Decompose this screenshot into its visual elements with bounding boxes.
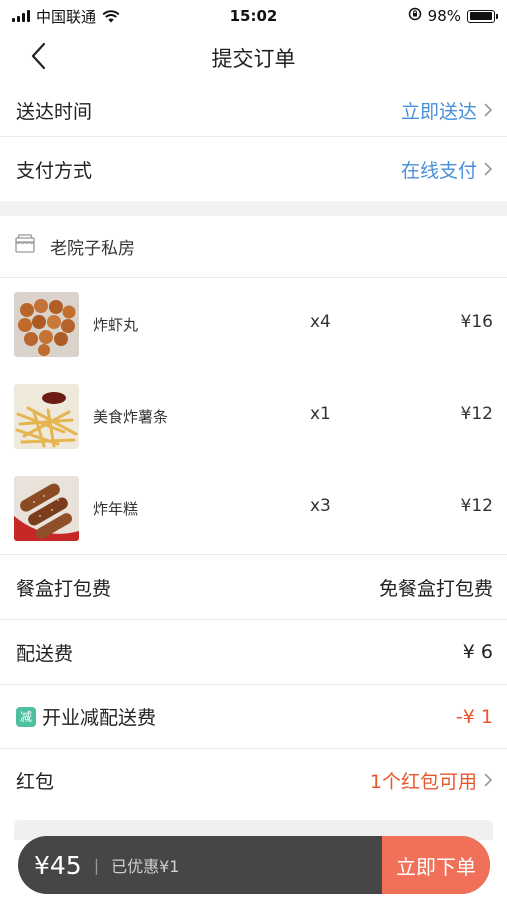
order-item: 炸虾丸 x4 ¥16 <box>0 278 507 370</box>
item-name: 美食炸薯条 <box>93 408 169 426</box>
order-item: 炸年糕 x3 ¥12 <box>0 462 507 554</box>
shop-header: 老院子私房 <box>0 216 507 276</box>
signal-icon <box>12 10 30 22</box>
packaging-fee-row: 餐盒打包费 免餐盒打包费 <box>0 555 507 619</box>
shop-name: 老院子私房 <box>50 238 135 259</box>
battery-icon <box>467 9 498 23</box>
nav-bar: 提交订单 <box>0 32 507 84</box>
delivery-time-row[interactable]: 送达时间 立即送达 <box>0 84 507 136</box>
chevron-right-icon <box>483 161 493 177</box>
delivery-fee-label: 配送费 <box>16 642 74 665</box>
red-packet-row[interactable]: 红包 1个红包可用 <box>0 749 507 811</box>
carrier-name: 中国联通 <box>36 7 97 26</box>
item-quantity: x1 <box>310 404 331 424</box>
red-packet-value: 1个红包可用 <box>369 770 477 793</box>
submit-order-button[interactable]: 立即下单 <box>382 836 490 894</box>
promo-row: 减 开业减配送费 -¥ 1 <box>0 685 507 748</box>
chevron-right-icon <box>483 102 493 118</box>
promo-label: 开业减配送费 <box>42 707 157 729</box>
back-button[interactable] <box>30 40 70 76</box>
item-price: ¥16 <box>460 312 493 332</box>
red-packet-label: 红包 <box>16 770 55 793</box>
discount-amount: 已优惠¥1 <box>111 857 180 876</box>
separator: | <box>93 855 100 875</box>
item-quantity: x3 <box>310 496 331 516</box>
payment-method-value: 在线支付 <box>400 159 477 182</box>
order-item: 美食炸薯条 x1 ¥12 <box>0 370 507 462</box>
chevron-right-icon <box>483 772 493 788</box>
item-name: 炸年糕 <box>93 500 139 518</box>
delivery-time-value: 立即送达 <box>400 100 477 123</box>
item-price: ¥12 <box>460 496 493 516</box>
item-price: ¥12 <box>460 404 493 424</box>
store-icon <box>14 233 36 259</box>
item-image-fried-shrimp-balls <box>14 292 79 357</box>
checkout-bar: ¥45 | 已优惠¥1 立即下单 <box>18 836 490 894</box>
status-bar: 中国联通 15:02 98% <box>0 0 507 32</box>
item-name: 炸虾丸 <box>93 316 139 334</box>
battery-percent: 98% <box>427 7 461 25</box>
wifi-icon <box>102 9 120 23</box>
payment-method-label: 支付方式 <box>16 159 93 182</box>
order-total: ¥45 <box>34 850 82 880</box>
item-image-french-fries <box>14 384 79 449</box>
delivery-time-label: 送达时间 <box>16 100 93 123</box>
page-title: 提交订单 <box>211 47 296 71</box>
packaging-fee-value: 免餐盒打包费 <box>378 577 493 600</box>
section-gap <box>0 201 507 216</box>
rotation-lock-icon <box>408 7 422 25</box>
chevron-left-icon <box>30 42 46 74</box>
item-image-fried-rice-cake <box>14 476 79 541</box>
delivery-fee-row: 配送费 ¥ 6 <box>0 620 507 684</box>
packaging-fee-label: 餐盒打包费 <box>16 577 112 600</box>
delivery-fee-value: ¥ 6 <box>462 641 493 663</box>
discount-badge-icon: 减 <box>16 706 36 727</box>
promo-value: -¥ 1 <box>455 705 493 728</box>
payment-method-row[interactable]: 支付方式 在线支付 <box>0 137 507 201</box>
item-quantity: x4 <box>310 312 331 332</box>
